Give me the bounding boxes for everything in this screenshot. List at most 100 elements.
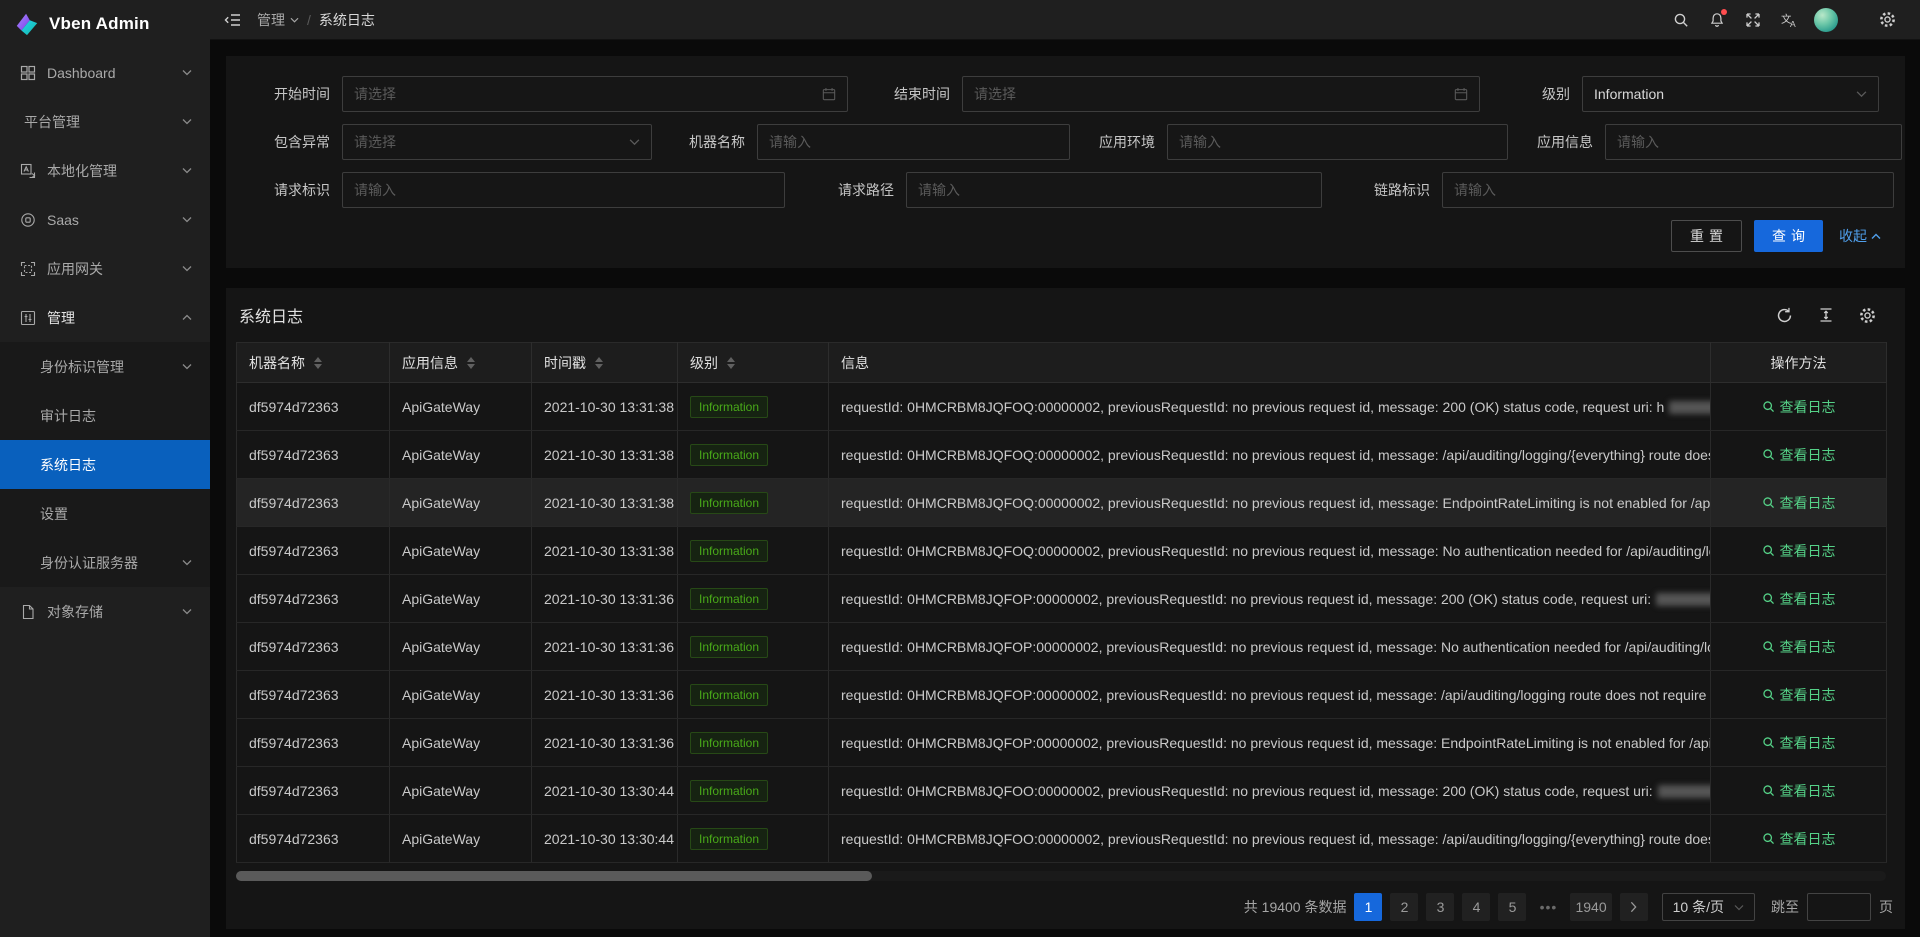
sidebar-item-label: Saas	[47, 212, 79, 228]
collapse-toggle[interactable]: 收起	[1839, 226, 1881, 246]
include-exception-select[interactable]: 请选择	[342, 124, 652, 160]
cell-app-info: ApiGateWay	[390, 719, 532, 767]
form-row-1: 开始时间 结束时间 级别	[250, 76, 1881, 112]
machine-name-field[interactable]	[757, 124, 1070, 160]
sidebar-item-settings[interactable]: 设置	[0, 489, 210, 538]
page-button[interactable]: 4	[1462, 893, 1490, 921]
refresh-button[interactable]	[1776, 307, 1793, 324]
view-log-link[interactable]: 查看日志	[1762, 829, 1836, 849]
field-label: 包含异常	[250, 132, 330, 152]
fullscreen-button[interactable]	[1738, 0, 1768, 40]
column-height-button[interactable]	[1818, 307, 1834, 323]
level-select[interactable]: Information	[1582, 76, 1879, 112]
column-header-timestamp[interactable]: 时间戳	[532, 343, 678, 383]
page-button[interactable]: •••	[1534, 893, 1562, 921]
sidebar-item-dashboard[interactable]: Dashboard	[0, 48, 210, 97]
app-environment-input[interactable]	[1179, 134, 1496, 150]
cell-message: requestId: 0HMCRBM8JQFOQ:00000002, previ…	[829, 479, 1711, 527]
query-button[interactable]: 查询	[1754, 220, 1823, 252]
field-start-time: 开始时间	[250, 76, 848, 112]
request-id-field[interactable]	[342, 172, 785, 208]
scrollbar-thumb[interactable]	[236, 871, 872, 881]
machine-name-input[interactable]	[769, 134, 1058, 150]
request-path-input[interactable]	[918, 182, 1310, 198]
page-button[interactable]: 3	[1426, 893, 1454, 921]
search-button[interactable]	[1666, 0, 1696, 40]
table-row[interactable]: df5974d72363 ApiGateWay 2021-10-30 13:30…	[237, 767, 1887, 815]
horizontal-scrollbar[interactable]	[236, 871, 1886, 881]
cell-message: requestId: 0HMCRBM8JQFOP:00000002, previ…	[829, 671, 1711, 719]
page-button[interactable]: 5	[1498, 893, 1526, 921]
cell-actions: 查看日志	[1711, 815, 1887, 863]
sidebar-item-saas[interactable]: Saas	[0, 195, 210, 244]
locale-button[interactable]: 文A	[1774, 0, 1804, 40]
column-header-app-info[interactable]: 应用信息	[390, 343, 532, 383]
search-icon	[1762, 496, 1775, 509]
app-info-input[interactable]	[1617, 134, 1890, 150]
sidebar-item-management[interactable]: 管理	[0, 293, 210, 342]
avatar[interactable]	[1814, 8, 1838, 32]
view-log-link[interactable]: 查看日志	[1762, 733, 1836, 753]
logo[interactable]: Vben Admin	[0, 0, 210, 48]
request-path-field[interactable]	[906, 172, 1322, 208]
cell-app-info: ApiGateWay	[390, 479, 532, 527]
page-button[interactable]: 1	[1354, 893, 1382, 921]
sidebar-item-platform-management[interactable]: 平台管理	[0, 97, 210, 146]
view-log-link[interactable]: 查看日志	[1762, 589, 1836, 609]
view-log-link[interactable]: 查看日志	[1762, 685, 1836, 705]
table-row[interactable]: df5974d72363 ApiGateWay 2021-10-30 13:31…	[237, 479, 1887, 527]
menu-fold-button[interactable]	[224, 12, 241, 28]
sidebar-item-identity-server[interactable]: 身份认证服务器	[0, 538, 210, 587]
sidebar-item-audit-log[interactable]: 审计日志	[0, 391, 210, 440]
table-row[interactable]: df5974d72363 ApiGateWay 2021-10-30 13:31…	[237, 383, 1887, 431]
sidebar-item-app-gateway[interactable]: 应用网关	[0, 244, 210, 293]
start-time-datepicker[interactable]	[342, 76, 848, 112]
cell-level: Information	[678, 671, 829, 719]
request-id-input[interactable]	[354, 182, 773, 198]
view-log-link[interactable]: 查看日志	[1762, 445, 1836, 465]
chevron-up-icon	[1871, 232, 1881, 241]
trace-id-input[interactable]	[1454, 182, 1882, 198]
view-log-link[interactable]: 查看日志	[1762, 637, 1836, 657]
sidebar-item-object-storage[interactable]: 对象存储	[0, 587, 210, 636]
view-log-link[interactable]: 查看日志	[1762, 397, 1836, 417]
notification-button[interactable]	[1702, 0, 1732, 40]
table-row[interactable]: df5974d72363 ApiGateWay 2021-10-30 13:31…	[237, 527, 1887, 575]
table-row[interactable]: df5974d72363 ApiGateWay 2021-10-30 13:31…	[237, 623, 1887, 671]
sidebar-menu: Dashboard 平台管理 本地化管理 Saas	[0, 48, 210, 937]
page-button[interactable]: 1940	[1570, 893, 1611, 921]
column-header-machine-name[interactable]: 机器名称	[237, 343, 390, 383]
table-row[interactable]: df5974d72363 ApiGateWay 2021-10-30 13:31…	[237, 719, 1887, 767]
sidebar-item-identity-management[interactable]: 身份标识管理	[0, 342, 210, 391]
trace-id-field[interactable]	[1442, 172, 1894, 208]
dashboard-icon	[20, 64, 37, 81]
table-row[interactable]: df5974d72363 ApiGateWay 2021-10-30 13:31…	[237, 431, 1887, 479]
collapse-label: 收起	[1839, 226, 1867, 246]
next-page-button[interactable]	[1620, 893, 1648, 921]
field-end-time: 结束时间	[870, 76, 1480, 112]
page-size-select[interactable]: 10 条/页	[1662, 893, 1755, 921]
end-time-input[interactable]	[974, 86, 1446, 102]
sidebar-item-system-log[interactable]: 系统日志	[0, 440, 210, 489]
table-row[interactable]: df5974d72363 ApiGateWay 2021-10-30 13:30…	[237, 815, 1887, 863]
reset-button[interactable]: 重置	[1671, 220, 1742, 252]
settings-button[interactable]	[1872, 0, 1902, 40]
table-row[interactable]: df5974d72363 ApiGateWay 2021-10-30 13:31…	[237, 671, 1887, 719]
column-header-level[interactable]: 级别	[678, 343, 829, 383]
cell-app-info: ApiGateWay	[390, 671, 532, 719]
end-time-datepicker[interactable]	[962, 76, 1480, 112]
app-info-field[interactable]	[1605, 124, 1902, 160]
table-row[interactable]: df5974d72363 ApiGateWay 2021-10-30 13:31…	[237, 575, 1887, 623]
jump-page-input[interactable]	[1807, 893, 1871, 921]
view-log-link[interactable]: 查看日志	[1762, 781, 1836, 801]
level-badge: Information	[690, 492, 768, 514]
breadcrumb-section[interactable]: 管理	[257, 10, 299, 30]
sidebar-item-localization-management[interactable]: 本地化管理	[0, 146, 210, 195]
cell-level: Information	[678, 575, 829, 623]
table-settings-button[interactable]	[1859, 307, 1876, 324]
view-log-link[interactable]: 查看日志	[1762, 541, 1836, 561]
start-time-input[interactable]	[354, 86, 814, 102]
view-log-link[interactable]: 查看日志	[1762, 493, 1836, 513]
page-button[interactable]: 2	[1390, 893, 1418, 921]
app-environment-field[interactable]	[1167, 124, 1508, 160]
